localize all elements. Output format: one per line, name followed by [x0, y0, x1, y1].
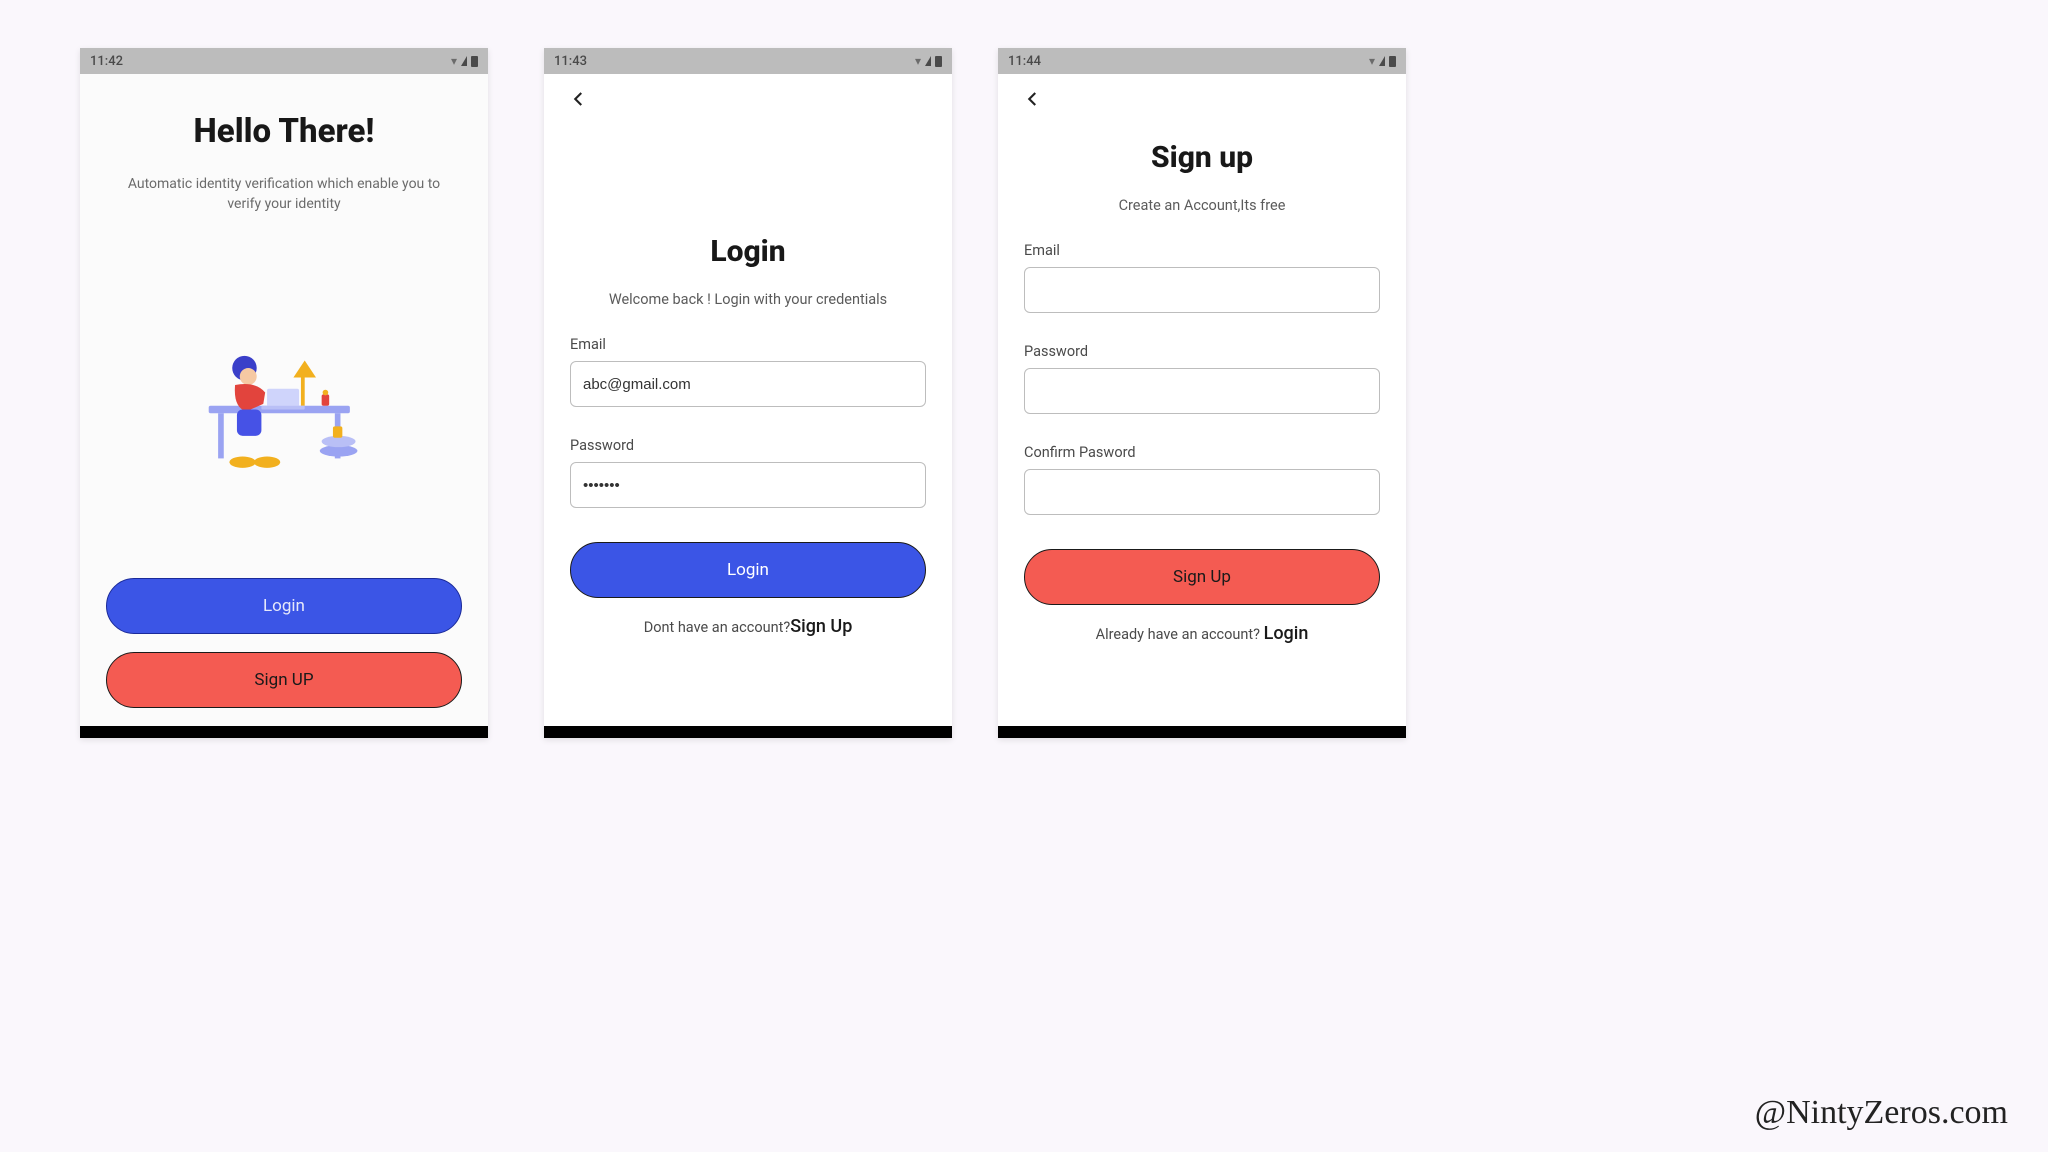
login-submit-label: Login	[727, 560, 769, 580]
signup-screen: 11:44 ▾ Sign up Create an Account,Its fr…	[998, 48, 1406, 738]
welcome-screen: 11:42 ▾ Hello There! Automatic identity …	[80, 48, 488, 738]
login-link[interactable]: Login	[1264, 623, 1309, 644]
nav-bar	[80, 726, 488, 738]
status-bar: 11:44 ▾	[998, 48, 1406, 74]
wifi-icon: ▾	[915, 54, 921, 68]
status-time: 11:42	[90, 54, 123, 69]
login-button-label: Login	[263, 596, 305, 616]
watermark: @NintyZeros.com	[1755, 1094, 2008, 1132]
password-input[interactable]	[570, 462, 926, 508]
signup-button-label: Sign UP	[254, 670, 313, 690]
email-field-group: Email	[570, 336, 926, 407]
status-icons: ▾	[915, 54, 942, 68]
password-field-group: Password	[1024, 343, 1380, 414]
email-field-group: Email	[1024, 242, 1380, 313]
chevron-left-icon	[1024, 90, 1042, 108]
login-prompt-text: Already have an account?	[1096, 626, 1264, 643]
confirm-password-field-group: Confirm Pasword	[1024, 444, 1380, 515]
signup-prompt: Dont have an account?Sign Up	[570, 616, 926, 637]
signup-submit-button[interactable]: Sign Up	[1024, 549, 1380, 605]
password-label: Password	[570, 437, 926, 454]
status-icons: ▾	[1369, 54, 1396, 68]
login-submit-button[interactable]: Login	[570, 542, 926, 598]
page-title: Hello There!	[106, 112, 462, 151]
login-prompt: Already have an account? Login	[1024, 623, 1380, 644]
battery-icon	[935, 56, 942, 67]
status-bar: 11:43 ▾	[544, 48, 952, 74]
wifi-icon: ▾	[1369, 54, 1375, 68]
page-title: Sign up	[1024, 140, 1380, 175]
password-input[interactable]	[1024, 368, 1380, 414]
page-subtitle: Automatic identity verification which en…	[106, 175, 462, 214]
chevron-left-icon	[570, 90, 588, 108]
login-screen: 11:43 ▾ Login Welcome back ! Login with …	[544, 48, 952, 738]
battery-icon	[1389, 56, 1396, 67]
signup-submit-label: Sign Up	[1173, 567, 1231, 587]
page-title: Login	[570, 234, 926, 269]
signup-button[interactable]: Sign UP	[106, 652, 462, 708]
email-label: Email	[570, 336, 926, 353]
status-bar: 11:42 ▾	[80, 48, 488, 74]
signal-icon	[461, 56, 467, 66]
status-time: 11:43	[554, 54, 587, 69]
password-field-group: Password	[570, 437, 926, 508]
email-label: Email	[1024, 242, 1380, 259]
status-icons: ▾	[451, 54, 478, 68]
signal-icon	[925, 56, 931, 66]
confirm-password-label: Confirm Pasword	[1024, 444, 1380, 461]
nav-bar	[544, 726, 952, 738]
confirm-password-input[interactable]	[1024, 469, 1380, 515]
email-input[interactable]	[1024, 267, 1380, 313]
back-button[interactable]	[564, 84, 594, 114]
login-button[interactable]: Login	[106, 578, 462, 634]
password-label: Password	[1024, 343, 1380, 360]
page-subtitle: Welcome back ! Login with your credentia…	[570, 291, 926, 308]
signup-link[interactable]: Sign Up	[790, 616, 852, 637]
page-subtitle: Create an Account,Its free	[1024, 197, 1380, 214]
battery-icon	[471, 56, 478, 67]
wifi-icon: ▾	[451, 54, 457, 68]
signup-prompt-text: Dont have an account?	[644, 619, 791, 636]
back-button[interactable]	[1018, 84, 1048, 114]
status-time: 11:44	[1008, 54, 1041, 69]
signal-icon	[1379, 56, 1385, 66]
email-input[interactable]	[570, 361, 926, 407]
welcome-illustration	[106, 224, 462, 578]
nav-bar	[998, 726, 1406, 738]
